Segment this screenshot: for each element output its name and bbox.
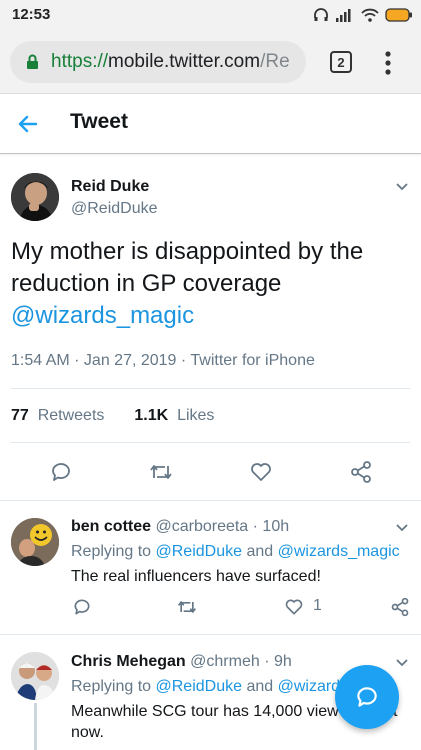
page-title: Tweet: [70, 110, 128, 133]
replying-to: Replying to @ReidDuke and @wizard: [71, 678, 340, 696]
tweet-mention-link[interactable]: @wizards_magic: [11, 300, 411, 332]
status-bar: 12:53: [0, 0, 421, 30]
author-handle[interactable]: @ReidDuke: [71, 200, 158, 218]
author-avatar-image: [11, 173, 59, 221]
lock-icon: [27, 54, 38, 69]
thread-connector: [34, 703, 37, 750]
reply-text-line-1: Meanwhile SCG tour has 14,000 view: [71, 703, 339, 720]
replying-to-mention[interactable]: @wizard: [278, 678, 340, 695]
reply-author-handle[interactable]: @chrmeh: [190, 653, 260, 670]
reply-author-line: Chris Mehegan @chrmeh · 9h: [71, 653, 292, 671]
likes-count: 1.1K: [134, 407, 169, 424]
more-options-icon[interactable]: [378, 50, 398, 76]
divider: [11, 442, 410, 443]
retweet-icon[interactable]: [176, 597, 198, 617]
url-text: https://mobile.twitter.com/Re: [51, 51, 290, 73]
reply-time: · 9h: [264, 653, 292, 670]
like-count: 1: [313, 597, 322, 614]
reply-avatar[interactable]: [11, 518, 59, 566]
headphones-icon: [314, 8, 328, 21]
url-host: mobile.twitter.com: [108, 51, 261, 72]
retweet-icon[interactable]: [148, 460, 174, 484]
tweet-timestamp[interactable]: 1:54 AM · Jan 27, 2019 · Twitter for iPh…: [11, 352, 315, 370]
like-heart-icon[interactable]: [249, 460, 273, 484]
chevron-down-icon[interactable]: [394, 179, 410, 195]
replying-to: Replying to @ReidDuke and @wizards_magic: [71, 543, 400, 561]
compose-reply-button[interactable]: [335, 665, 399, 729]
reply-avatar[interactable]: [11, 652, 59, 700]
reply-icon[interactable]: [49, 460, 73, 484]
chevron-down-icon[interactable]: [394, 655, 410, 671]
share-icon[interactable]: [349, 460, 373, 484]
chevron-down-icon[interactable]: [394, 520, 410, 536]
url-path: /Re: [260, 51, 290, 72]
wifi-icon: [361, 8, 379, 22]
section-divider: [0, 500, 421, 501]
replying-to-and: and: [242, 678, 278, 695]
status-time: 12:53: [12, 6, 51, 23]
tweet-text: My mother is disappointed by the reducti…: [11, 236, 411, 332]
reply-text: The real influencers have surfaced!: [71, 568, 321, 585]
replying-to-prefix: Replying to: [71, 543, 156, 560]
retweets-count: 77: [11, 407, 29, 424]
page-header: Tweet: [0, 94, 421, 154]
compose-reply-icon: [357, 687, 377, 707]
replying-to-mention[interactable]: @wizards_magic: [278, 543, 400, 560]
tweet-text-line-2: reduction in GP coverage: [11, 270, 282, 297]
retweets-label: Retweets: [37, 407, 105, 424]
tweet-stats: 77 Retweets 1.1K Likes: [11, 407, 214, 425]
status-icons: [313, 6, 413, 24]
back-arrow-icon[interactable]: [16, 112, 40, 136]
divider: [11, 388, 410, 389]
replying-to-mention[interactable]: @ReidDuke: [156, 678, 243, 695]
author-name[interactable]: Reid Duke: [71, 178, 149, 196]
url-scheme: https://: [51, 51, 109, 72]
tabs-button[interactable]: 2: [330, 51, 352, 73]
reply-icon[interactable]: [72, 597, 92, 617]
share-icon[interactable]: [390, 597, 410, 617]
address-bar[interactable]: https://mobile.twitter.com/Re: [10, 41, 306, 83]
replying-to-prefix: Replying to: [71, 678, 156, 695]
reply-author-line: ben cottee @carboreeta · 10h: [71, 518, 289, 536]
reply-author-name[interactable]: Chris Mehegan: [71, 653, 186, 670]
author-avatar[interactable]: [11, 173, 59, 221]
replying-to-mention[interactable]: @ReidDuke: [156, 543, 243, 560]
reply-time: · 10h: [252, 518, 290, 535]
reply-author-handle[interactable]: @carboreeta: [155, 518, 248, 535]
signal-icon: [336, 9, 351, 22]
browser-toolbar: https://mobile.twitter.com/Re 2: [0, 30, 421, 94]
reply-author-name[interactable]: ben cottee: [71, 518, 151, 535]
replying-to-and: and: [242, 543, 278, 560]
reply-avatar-image: [11, 518, 59, 566]
tweet-actions: [0, 460, 421, 486]
tweet-text-line-1: My mother is disappointed by the: [11, 238, 364, 265]
section-divider: [0, 634, 421, 635]
reply-actions: 1: [0, 597, 421, 623]
reply-avatar-image: [11, 652, 59, 700]
retweets-stat[interactable]: 77 Retweets: [11, 407, 104, 425]
likes-stat[interactable]: 1.1K Likes: [134, 407, 214, 425]
like-heart-icon[interactable]: [284, 597, 304, 617]
battery-icon: [385, 8, 412, 22]
likes-label: Likes: [177, 407, 215, 424]
reply-text-line-2: now.: [71, 724, 104, 741]
